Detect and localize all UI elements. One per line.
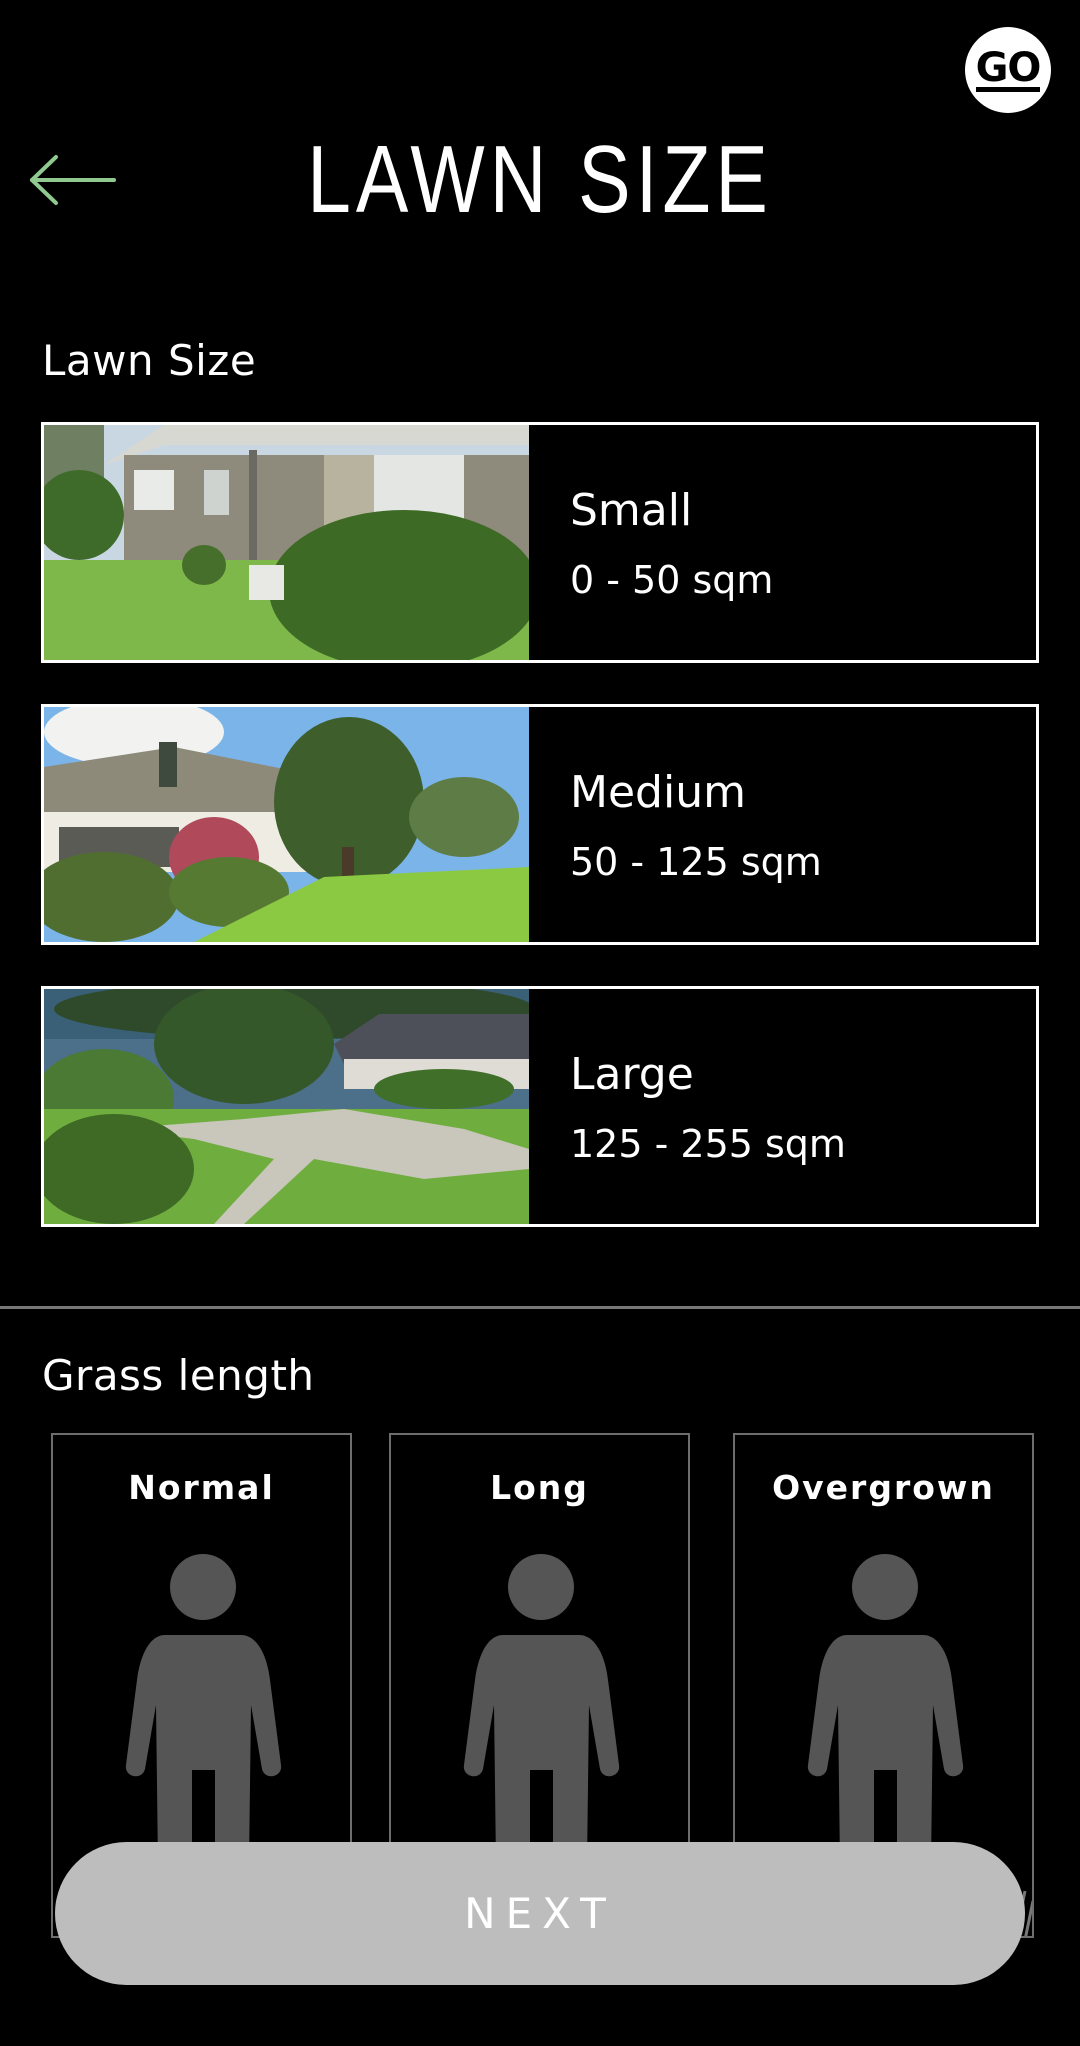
overgrown-option-name: Overgrown bbox=[772, 1468, 995, 1507]
lawn-size-option-medium[interactable]: Medium 50 - 125 sqm bbox=[41, 704, 1039, 945]
lawn-size-option-small[interactable]: Small 0 - 50 sqm bbox=[41, 422, 1039, 663]
small-option-range: 0 - 50 sqm bbox=[570, 557, 774, 602]
go-logo: GO bbox=[965, 27, 1051, 113]
go-logo-text: GO bbox=[975, 44, 1041, 92]
normal-option-name: Normal bbox=[128, 1468, 275, 1507]
medium-option-range: 50 - 125 sqm bbox=[570, 839, 822, 884]
long-option-name: Long bbox=[490, 1468, 589, 1507]
large-option-range: 125 - 255 sqm bbox=[570, 1121, 846, 1166]
lawn-size-label: Lawn Size bbox=[42, 336, 257, 385]
page-title: LAWN SIZE bbox=[307, 126, 773, 233]
small-option-name: Small bbox=[570, 484, 693, 536]
small-lawn-photo bbox=[44, 425, 529, 660]
person-icon bbox=[463, 1554, 620, 1865]
large-option-name: Large bbox=[570, 1048, 694, 1100]
next-button[interactable]: NEXT bbox=[55, 1842, 1025, 1985]
medium-lawn-photo bbox=[44, 707, 529, 942]
large-lawn-photo bbox=[44, 989, 529, 1224]
grass-length-label: Grass length bbox=[42, 1351, 315, 1400]
person-icon bbox=[125, 1554, 282, 1865]
lawn-size-option-large[interactable]: Large 125 - 255 sqm bbox=[41, 986, 1039, 1227]
section-divider bbox=[0, 1306, 1080, 1309]
medium-option-name: Medium bbox=[570, 766, 746, 818]
